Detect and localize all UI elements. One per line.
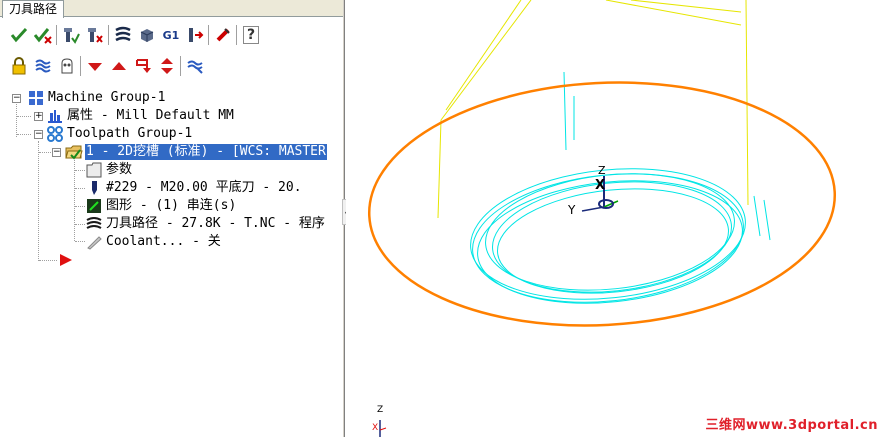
toolpath-group-icon — [46, 126, 64, 142]
tree-item-toolpath[interactable]: 刀具路径 - 27.8K - T.NC - 程序 — [85, 215, 326, 233]
viewport-scene — [367, 0, 837, 437]
tree-line — [39, 152, 51, 153]
move-insert-icon[interactable] — [185, 24, 205, 46]
display-toolbar — [0, 52, 344, 80]
endmill-tool-icon — [85, 180, 103, 196]
select-dirty-icon[interactable] — [61, 24, 81, 46]
insert-arrow-icon[interactable] — [157, 55, 177, 77]
machine-group-label: Machine Group-1 — [48, 90, 166, 105]
expand-toggle-properties[interactable]: + — [34, 112, 43, 121]
tab-toolpaths[interactable]: 刀具路径 — [2, 0, 65, 18]
tree-item-properties[interactable]: 属性 - Mill Default MM — [46, 107, 235, 125]
toolbar-separator — [80, 56, 81, 76]
post-g1-label: G1 — [162, 28, 180, 42]
axis-label-y: Y — [568, 203, 576, 217]
geometry-icon — [85, 198, 103, 214]
move-up-icon[interactable] — [109, 55, 129, 77]
coolant-icon — [85, 234, 103, 250]
insert-arrow-marker-icon — [60, 254, 72, 266]
toolbar-separator — [108, 25, 109, 45]
toolbar-separator — [236, 25, 237, 45]
axis-label-x: X — [595, 178, 606, 193]
operations-toolbar: G1 ? — [0, 21, 344, 49]
tree-item-toolpath-group[interactable]: Toolpath Group-1 — [46, 125, 193, 143]
properties-icon — [46, 108, 64, 124]
properties-label: 属性 - Mill Default MM — [67, 108, 234, 123]
expand-toggle-toolpath-group[interactable]: − — [34, 130, 43, 139]
geometry-label: 图形 - (1) 串连(s) — [106, 198, 237, 213]
post-g1-icon[interactable]: G1 — [161, 24, 181, 46]
move-down-icon[interactable] — [85, 55, 105, 77]
operations-tree: − + − − Machine Group-1 属性 - Mill Defaul… — [0, 86, 344, 286]
lock-icon[interactable] — [9, 55, 29, 77]
tree-line — [75, 170, 85, 171]
operation-label: 1 - 2D挖槽 (标准) - [WCS: MASTER — [85, 144, 327, 160]
regen-dirty-icon[interactable] — [85, 24, 105, 46]
toolpath-waves-icon — [85, 216, 103, 232]
parameters-folder-icon — [85, 162, 103, 178]
tab-strip: 刀具路径 — [0, 0, 344, 18]
select-all-ops-icon[interactable] — [9, 24, 29, 46]
toolpath-manager-panel: 刀具路径 G1 ? − + − − Machine Group-1 属性 - M… — [0, 0, 344, 437]
verify-icon[interactable] — [137, 24, 157, 46]
insert-arrow-marker[interactable] — [57, 251, 75, 269]
axis-label-z: Z — [598, 164, 606, 177]
mini-axis-label-z: Z — [377, 405, 384, 415]
insert-after-icon[interactable] — [133, 55, 153, 77]
tree-item-coolant[interactable]: Coolant... - 关 — [85, 233, 222, 251]
coolant-label: Coolant... - 关 — [106, 234, 221, 249]
tree-line — [38, 141, 39, 261]
scroll-view-icon[interactable] — [185, 55, 205, 77]
tree-item-tool[interactable]: #229 - M20.00 平底刀 - 20. — [85, 179, 303, 197]
stock-boundary-ring — [367, 81, 837, 327]
highfeed-icon[interactable] — [213, 24, 233, 46]
operation-folder-icon — [65, 144, 83, 160]
expand-toggle-machine-group[interactable]: − — [12, 94, 21, 103]
toolbar-separator — [208, 25, 209, 45]
tree-line — [75, 241, 85, 242]
toolpath-loops — [470, 71, 771, 304]
help-icon[interactable]: ? — [241, 24, 261, 46]
tree-item-operation[interactable]: 1 - 2D挖槽 (标准) - [WCS: MASTER — [65, 143, 327, 161]
regenerate-icon[interactable] — [33, 24, 53, 46]
toolpath-label: 刀具路径 - 27.8K - T.NC - 程序 — [106, 216, 325, 231]
tree-line — [17, 134, 31, 135]
tree-item-parameters[interactable]: 参数 — [85, 161, 133, 179]
tree-item-machine-group[interactable]: Machine Group-1 — [27, 89, 166, 107]
tree-line — [75, 224, 85, 225]
tree-line — [39, 260, 57, 261]
toolbar-separator — [180, 56, 181, 76]
site-watermark: 三维网www.3dportal.cn — [705, 418, 878, 433]
toolbar-separator — [56, 25, 57, 45]
toggle-post-icon[interactable] — [57, 55, 77, 77]
toolpath-group-label: Toolpath Group-1 — [67, 126, 193, 141]
backplot-icon[interactable] — [113, 24, 133, 46]
tool-label: #229 - M20.00 平底刀 - 20. — [106, 180, 302, 195]
toggle-display-icon[interactable] — [33, 55, 53, 77]
graphics-viewport[interactable]: Z X Y Z X 三维网www.3dportal.cn — [346, 0, 888, 437]
tree-line — [17, 116, 31, 117]
mini-axis-label-x: X — [372, 423, 379, 433]
view-axis-indicator — [379, 420, 387, 437]
expand-toggle-operation[interactable]: − — [52, 148, 61, 157]
machine-group-icon — [27, 90, 45, 106]
tree-item-geometry[interactable]: 图形 - (1) 串连(s) — [85, 197, 237, 215]
tree-line — [74, 160, 75, 241]
tree-line — [16, 99, 17, 137]
tree-line — [75, 206, 85, 207]
parameters-label: 参数 — [106, 162, 133, 177]
tree-line — [75, 188, 85, 189]
help-label: ? — [242, 26, 260, 44]
